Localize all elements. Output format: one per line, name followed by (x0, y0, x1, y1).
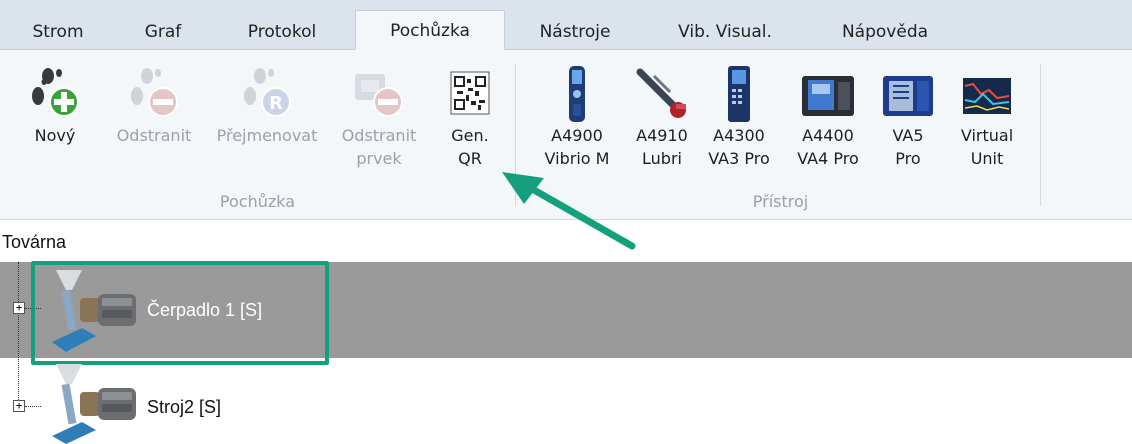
device-a4400-label: A4400 (802, 126, 854, 145)
expand-node-2-button[interactable]: + (13, 400, 25, 412)
virtual-unit-icon (963, 78, 1011, 114)
tab-protokol[interactable]: Protokol (228, 15, 336, 50)
tab-napoveda[interactable]: Nápověda (820, 15, 950, 50)
lubri-device-icon (636, 68, 686, 118)
virtual-unit-button[interactable]: Virtual Unit (945, 64, 1029, 170)
device-va5-label-2: Pro (895, 149, 921, 168)
device-a4300-button[interactable]: A4300 VA3 Pro (697, 64, 781, 170)
va4-pro-device-icon (802, 76, 854, 116)
highlight-box (31, 261, 329, 365)
vibrio-m-device-icon (569, 66, 585, 122)
delete-route-button[interactable]: Odstranit (105, 64, 203, 147)
device-a4900-label: A4900 (551, 126, 603, 145)
remove-item-icon (355, 74, 403, 117)
generate-qr-label: Gen. (451, 126, 489, 145)
footprint-rename-icon: R (244, 68, 291, 117)
pump-machine-icon (52, 364, 136, 444)
expand-node-1-button[interactable]: + (13, 302, 25, 314)
footprint-remove-icon (131, 68, 178, 117)
device-a4910-label: A4910 (636, 126, 688, 145)
tree-branch-line-2 (25, 406, 41, 407)
device-va5-label: VA5 (892, 126, 924, 145)
tab-graf[interactable]: Graf (128, 15, 198, 50)
device-a4900-button[interactable]: A4900 Vibrio M (527, 64, 627, 170)
remove-item-label-2: prvek (356, 149, 402, 168)
qr-code-icon (450, 71, 490, 115)
route-group-label: Pochůzka (219, 192, 296, 211)
device-a4300-label-2: VA3 Pro (708, 149, 770, 168)
new-route-label: Nový (34, 126, 76, 145)
footprint-add-icon (32, 68, 79, 117)
delete-route-label: Odstranit (116, 126, 192, 145)
tree-root-label[interactable]: Továrna (2, 232, 66, 253)
tab-vib-visual[interactable]: Vib. Visual. (655, 15, 795, 50)
ribbon-tab-bar: Strom Graf Protokol Pochůzka Nástroje Vi… (0, 0, 1132, 51)
new-route-button[interactable]: Nový (10, 64, 100, 147)
tab-pochuzka[interactable]: Pochůzka (355, 10, 505, 51)
device-a4400-button[interactable]: A4400 VA4 Pro (785, 64, 871, 170)
device-a4910-button[interactable]: A4910 Lubri (630, 64, 694, 170)
tab-strom[interactable]: Strom (18, 15, 98, 50)
svg-text:R: R (269, 93, 283, 114)
va3-pro-device-icon (728, 66, 750, 122)
device-va5-button[interactable]: VA5 Pro (875, 64, 941, 170)
device-a4300-label: A4300 (713, 126, 765, 145)
remove-item-button[interactable]: Odstranit prvek (330, 64, 428, 170)
annotation-arrow (502, 172, 636, 250)
tree-node-label-stroj2[interactable]: Stroj2 [S] (147, 397, 221, 418)
remove-item-label: Odstranit (341, 126, 417, 145)
tab-nastroje[interactable]: Nástroje (515, 15, 635, 50)
rename-route-button[interactable]: R Přejmenovat (207, 64, 327, 147)
tree-connector-line (18, 262, 19, 412)
group-separator-end (1040, 64, 1041, 206)
rename-route-label: Přejmenovat (216, 126, 318, 145)
device-a4400-label-2: VA4 Pro (797, 149, 859, 168)
virtual-unit-label-2: Unit (970, 149, 1004, 168)
generate-qr-button[interactable]: Gen. QR (435, 64, 505, 170)
va5-pro-device-icon (883, 76, 933, 116)
virtual-unit-label: Virtual (960, 126, 1014, 145)
